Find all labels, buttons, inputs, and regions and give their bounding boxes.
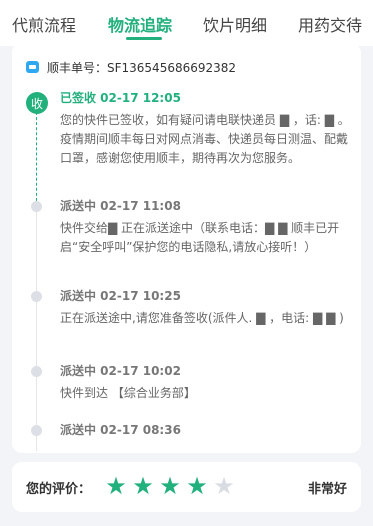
timeline-event: 已签收 02-17 12:05 您的快件已签收，如有疑问请电联快递员 ▇ ，话:… [60, 89, 350, 168]
star-icon[interactable]: ★ [131, 474, 155, 498]
tab-bar: 代煎流程 物流追踪 饮片明细 用药交待 [0, 0, 373, 46]
rating-label: 您的评价： [26, 482, 92, 497]
star-icon[interactable]: ★ [104, 474, 128, 498]
timeline-dot [31, 291, 42, 302]
courier-icon [26, 61, 39, 73]
waybill-label: 顺丰单号：SF136545686692382 [47, 60, 237, 75]
star-icon[interactable]: ★ [185, 474, 209, 498]
tab-herb-details[interactable]: 饮片明细 [203, 12, 267, 36]
event-title: 派送中 02-17 10:02 [60, 364, 181, 378]
timeline-dot [31, 201, 42, 212]
event-title: 派送中 02-17 08:36 [60, 423, 181, 437]
received-badge-text: 收 [30, 96, 43, 111]
rating-bar: 您的评价： ★ ★ ★ ★ ★ 非常好 [12, 462, 361, 512]
timeline-line [36, 211, 37, 451]
timeline-dot [31, 366, 42, 377]
event-title: 派送中 02-17 10:25 [60, 289, 181, 303]
event-body: 正在派送途中,请您准备签收(派件人. ▇ ，电话: ▇ ▇ ) [60, 311, 344, 325]
star-icon[interactable]: ★ [212, 474, 236, 498]
tab-medication-instructions[interactable]: 用药交待 [298, 12, 362, 36]
received-badge-icon: 收 [26, 92, 48, 114]
tab-logistics-tracking[interactable]: 物流追踪 [108, 12, 172, 36]
timeline-event: 派送中 02-17 08:36 [60, 421, 350, 439]
event-body: 快件到达 【综合业务部】 [60, 386, 196, 400]
timeline-event: 派送中 02-17 10:02 快件到达 【综合业务部】 [60, 362, 350, 403]
tab-decoction-process[interactable]: 代煎流程 [12, 12, 76, 36]
event-title: 派送中 02-17 11:08 [60, 199, 181, 213]
active-tab-indicator [126, 37, 162, 40]
star-icon[interactable]: ★ [158, 474, 182, 498]
event-body: 您的快件已签收，如有疑问请电联快递员 ▇ ，话: ▇ 。疫情期间顺丰每日对网点消… [60, 111, 350, 168]
timeline-event: 派送中 02-17 11:08 快件交给▇ 正在派送途中（联系电话：▇ ▇ 顺丰… [60, 197, 350, 257]
event-title: 已签收 02-17 12:05 [60, 91, 181, 105]
rating-text: 非常好 [307, 482, 347, 497]
logistics-card: 顺丰单号：SF136545686692382 收 已签收 02-17 12:05… [12, 43, 361, 453]
waybill-number: 顺丰单号：SF136545686692382 [26, 57, 236, 77]
event-body: 快件交给▇ 正在派送途中（联系电话：▇ ▇ 顺丰已开启“安全呼叫”保护您的电话隐… [60, 221, 340, 254]
timeline-dot [31, 425, 42, 436]
timeline-line-delivered [36, 107, 37, 211]
timeline-event: 派送中 02-17 10:25 正在派送途中,请您准备签收(派件人. ▇ ，电话… [60, 287, 350, 328]
event-body-text: 您的快件已签收，如有疑问请电联快递员 ▇ ，话: ▇ 。疫情期间顺丰每日对网点消… [60, 113, 350, 165]
rating-stars[interactable]: ★ ★ ★ ★ ★ [104, 474, 236, 500]
